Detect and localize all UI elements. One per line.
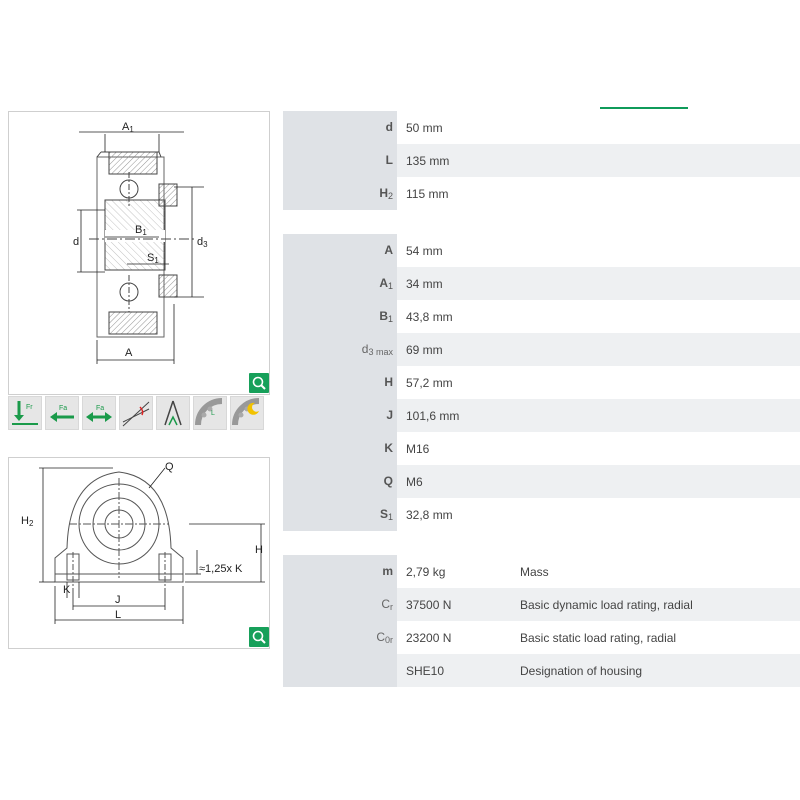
front-view-drawing-panel: Q H2 H ≈1,25x K K J L: [8, 457, 270, 649]
table-row: SHE10 Designation of housing: [283, 654, 800, 687]
param-value: M16: [397, 432, 800, 465]
param-label: d: [385, 120, 393, 134]
param-value: 32,8 mm: [397, 498, 800, 531]
dim-label-d: d: [73, 236, 79, 248]
param-label: K: [384, 441, 393, 455]
cross-section-drawing-panel: A1 B1 S1 d d3 A: [8, 111, 270, 395]
angular-adjust-icon[interactable]: [156, 396, 190, 430]
param-value: 23200 N: [406, 630, 452, 645]
table-row: Q M6: [283, 465, 800, 498]
lubrication-icon[interactable]: L: [193, 396, 227, 430]
table-row: d 50 mm: [283, 111, 800, 144]
table-row: A 54 mm: [283, 234, 800, 267]
table-row: S1 32,8 mm: [283, 498, 800, 531]
param-description: Basic dynamic load rating, radial: [520, 597, 693, 612]
param-label: J: [386, 408, 393, 422]
table-row: B1 43,8 mm: [283, 300, 800, 333]
dim-label-a1: A1: [122, 121, 134, 134]
param-label: H2: [379, 186, 393, 201]
dim-label-d3: d3: [197, 236, 208, 249]
param-value: 54 mm: [397, 234, 800, 267]
dim-label-k: K: [63, 584, 71, 596]
param-label: H: [384, 375, 393, 389]
dim-label-l: L: [115, 609, 121, 621]
svg-text:Fa: Fa: [96, 405, 104, 412]
param-label: d3 max: [361, 342, 393, 357]
table-row: m 2,79 kg Mass: [283, 555, 800, 588]
table-row: J 101,6 mm: [283, 399, 800, 432]
param-description: Basic static load rating, radial: [520, 630, 677, 645]
dim-label-j: J: [115, 594, 121, 606]
param-label: B1: [379, 309, 393, 324]
param-label: A: [384, 243, 393, 257]
param-label: m: [382, 564, 393, 578]
param-value: 37500 N: [406, 597, 452, 612]
param-value: M6: [397, 465, 800, 498]
param-value: 101,6 mm: [397, 399, 800, 432]
magnifier-icon: [252, 630, 266, 644]
param-value: 2,79 kg: [406, 564, 446, 579]
front-view-drawing: Q H2 H ≈1,25x K K J L: [21, 461, 265, 624]
param-label: Cr: [381, 597, 393, 612]
performance-table: m 2,79 kg Mass Cr 37500 N Basic dynamic …: [283, 555, 800, 687]
bidirectional-axial-load-icon[interactable]: Fa: [82, 396, 116, 430]
param-description: Mass: [520, 564, 549, 579]
param-value: 57,2 mm: [397, 366, 800, 399]
table-row: d3 max 69 mm: [283, 333, 800, 366]
dim-label-h: H: [255, 544, 263, 556]
param-value: 69 mm: [397, 333, 800, 366]
table-row: H2 115 mm: [283, 177, 800, 210]
param-value: 43,8 mm: [397, 300, 800, 333]
param-label: C0r: [376, 630, 393, 645]
param-label: L: [385, 153, 393, 167]
svg-text:Fr: Fr: [26, 404, 33, 411]
table-row: Cr 37500 N Basic dynamic load rating, ra…: [283, 588, 800, 621]
svg-text:L: L: [211, 410, 215, 417]
feature-icons-row: Fr Fa Fa L: [8, 396, 264, 430]
table-row: L 135 mm: [283, 144, 800, 177]
param-value: 135 mm: [397, 144, 800, 177]
magnifier-icon: [252, 376, 266, 390]
svg-text:Fa: Fa: [59, 405, 67, 412]
table-row: A1 34 mm: [283, 267, 800, 300]
low-speed-icon[interactable]: [230, 396, 264, 430]
accent-underline: [600, 107, 688, 109]
radial-load-icon[interactable]: Fr: [8, 396, 42, 430]
zoom-button-2[interactable]: [249, 627, 269, 647]
param-description: Designation of housing: [520, 663, 643, 678]
param-value: 34 mm: [397, 267, 800, 300]
dimensions-table: A 54 mm A1 34 mm B1 43,8 mm d3 max 69 mm…: [283, 234, 800, 531]
table-row: H 57,2 mm: [283, 366, 800, 399]
dim-label-h2: H2: [21, 515, 34, 528]
main-dimensions-table: d 50 mm L 135 mm H2 115 mm: [283, 111, 800, 210]
table-row: C0r 23200 N Basic static load rating, ra…: [283, 621, 800, 654]
dim-label-q: Q: [165, 461, 174, 473]
zoom-button-1[interactable]: [249, 373, 269, 393]
param-label: Q: [383, 474, 393, 488]
param-value: SHE10: [406, 663, 445, 678]
table-row: K M16: [283, 432, 800, 465]
axial-load-icon[interactable]: Fa: [45, 396, 79, 430]
param-value: 115 mm: [397, 177, 800, 210]
dim-label-a: A: [125, 347, 133, 359]
cross-section-drawing: A1 B1 S1 d d3 A: [73, 121, 208, 364]
misalignment-icon[interactable]: [119, 396, 153, 430]
param-label: A1: [379, 276, 393, 291]
param-value: 50 mm: [397, 111, 800, 144]
dim-label-k-note: ≈1,25x K: [199, 563, 243, 575]
param-label: S1: [379, 507, 393, 522]
